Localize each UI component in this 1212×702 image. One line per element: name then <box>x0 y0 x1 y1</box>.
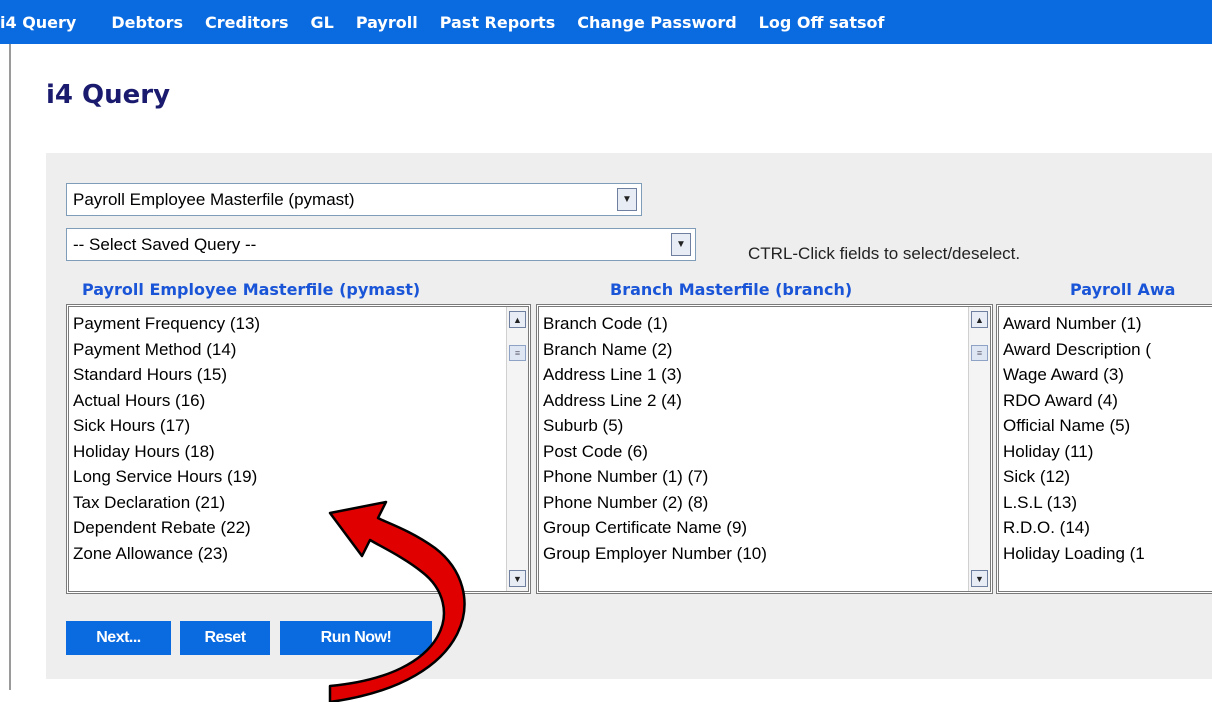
list-item[interactable]: Payment Method (14) <box>73 337 260 363</box>
saved-query-select-value: -- Select Saved Query -- <box>73 235 257 254</box>
list-item[interactable]: Award Description ( <box>1003 337 1151 363</box>
list-item[interactable]: Phone Number (1) (7) <box>543 464 767 490</box>
list-item[interactable]: Group Certificate Name (9) <box>543 515 767 541</box>
list-item[interactable]: RDO Award (4) <box>1003 388 1151 414</box>
table-select-value: Payroll Employee Masterfile (pymast) <box>73 190 355 209</box>
column-header-payroll-award: Payroll Awa <box>1070 280 1176 299</box>
column-header-branch: Branch Masterfile (branch) <box>610 280 853 299</box>
scroll-thumb[interactable]: ≡ <box>971 345 988 361</box>
list-item[interactable]: Wage Award (3) <box>1003 362 1151 388</box>
list-item[interactable]: Group Employer Number (10) <box>543 541 767 567</box>
scrollbar[interactable]: ▲ ≡ ▼ <box>506 307 528 591</box>
list-item[interactable]: Branch Code (1) <box>543 311 767 337</box>
reset-button[interactable]: Reset <box>180 621 270 655</box>
list-item[interactable]: Tax Declaration (21) <box>73 490 260 516</box>
list-item[interactable]: Holiday (11) <box>1003 439 1151 465</box>
list-item[interactable]: Standard Hours (15) <box>73 362 260 388</box>
saved-query-select[interactable]: -- Select Saved Query -- ▼ <box>66 228 696 261</box>
field-list-branch[interactable]: Branch Code (1) Branch Name (2) Address … <box>536 304 993 594</box>
list-item[interactable]: Post Code (6) <box>543 439 767 465</box>
list-item[interactable]: Zone Allowance (23) <box>73 541 260 567</box>
nav-change-password[interactable]: Change Password <box>577 13 736 32</box>
nav-debtors[interactable]: Debtors <box>111 13 183 32</box>
list-item[interactable]: Address Line 2 (4) <box>543 388 767 414</box>
next-button[interactable]: Next... <box>66 621 171 655</box>
nav-past-reports[interactable]: Past Reports <box>440 13 556 32</box>
field-list-payroll-award[interactable]: Award Number (1) Award Description ( Wag… <box>996 304 1212 594</box>
nav-i4-query[interactable]: i4 Query <box>0 13 76 32</box>
scroll-thumb[interactable]: ≡ <box>509 345 526 361</box>
list-item[interactable]: Phone Number (2) (8) <box>543 490 767 516</box>
annotation-arrow-icon <box>328 500 466 702</box>
list-item[interactable]: Official Name (5) <box>1003 413 1151 439</box>
scroll-up-icon[interactable]: ▲ <box>509 311 526 328</box>
list-item[interactable]: Branch Name (2) <box>543 337 767 363</box>
list-item[interactable]: Address Line 1 (3) <box>543 362 767 388</box>
select-hint: CTRL-Click fields to select/deselect. <box>748 244 1021 263</box>
list-item[interactable]: Suburb (5) <box>543 413 767 439</box>
list-item[interactable]: Sick (12) <box>1003 464 1151 490</box>
list-item[interactable]: Award Number (1) <box>1003 311 1151 337</box>
nav-payroll[interactable]: Payroll <box>356 13 418 32</box>
chevron-down-icon[interactable]: ▼ <box>617 188 637 211</box>
nav-creditors[interactable]: Creditors <box>205 13 288 32</box>
list-item[interactable]: Dependent Rebate (22) <box>73 515 260 541</box>
scroll-up-icon[interactable]: ▲ <box>971 311 988 328</box>
list-item[interactable]: Holiday Hours (18) <box>73 439 260 465</box>
chevron-down-icon[interactable]: ▼ <box>671 233 691 256</box>
nav-gl[interactable]: GL <box>310 13 333 32</box>
top-nav-bar: i4 Query Debtors Creditors GL Payroll Pa… <box>0 0 1212 44</box>
page-left-border <box>9 0 11 690</box>
list-item[interactable]: Holiday Loading (1 <box>1003 541 1151 567</box>
list-item[interactable]: R.D.O. (14) <box>1003 515 1151 541</box>
column-header-pymast: Payroll Employee Masterfile (pymast) <box>82 280 421 299</box>
scroll-down-icon[interactable]: ▼ <box>971 570 988 587</box>
list-item[interactable]: Sick Hours (17) <box>73 413 260 439</box>
list-item[interactable]: Payment Frequency (13) <box>73 311 260 337</box>
list-item[interactable]: L.S.L (13) <box>1003 490 1151 516</box>
nav-log-off[interactable]: Log Off satsof <box>759 13 885 32</box>
scroll-down-icon[interactable]: ▼ <box>509 570 526 587</box>
list-item[interactable]: Long Service Hours (19) <box>73 464 260 490</box>
list-item[interactable]: Actual Hours (16) <box>73 388 260 414</box>
page-title: i4 Query <box>46 80 171 110</box>
scrollbar[interactable]: ▲ ≡ ▼ <box>968 307 990 591</box>
table-select[interactable]: Payroll Employee Masterfile (pymast) ▼ <box>66 183 642 216</box>
